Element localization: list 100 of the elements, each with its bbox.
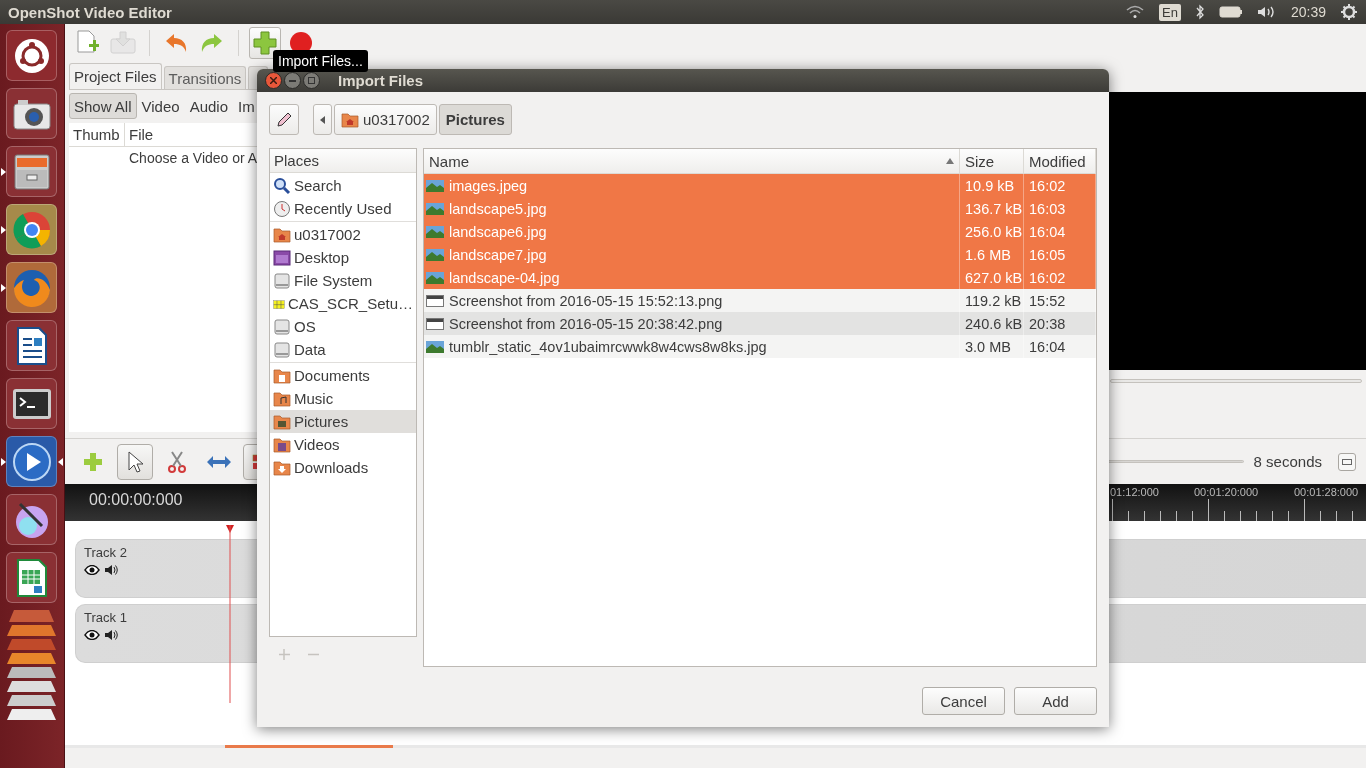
path-button[interactable]: Pictures: [438, 104, 512, 135]
pencil-icon: [276, 111, 292, 128]
volume-icon: [1256, 5, 1277, 19]
drive-icon: [273, 341, 291, 358]
minimize-icon: [289, 79, 296, 82]
pointer-icon: [125, 449, 145, 474]
filter-button[interactable]: Video: [136, 93, 185, 119]
launcher-button[interactable]: [6, 88, 57, 139]
ruler-label: 01:12:000: [1110, 485, 1160, 498]
left-arrow-icon: [320, 115, 325, 124]
maximize-icon: [308, 77, 315, 84]
launcher-button[interactable]: [6, 204, 57, 255]
window-title: OpenShot Video Editor: [8, 3, 173, 21]
image-thumbnail-icon: [426, 340, 444, 353]
file-modified: 16:03: [1029, 200, 1066, 217]
back-button[interactable]: [313, 104, 332, 135]
file-row[interactable]: Screenshot from 2016-05-15 15:52:13.png 119.2 kB 15:52: [424, 289, 1096, 312]
pictures-folder-icon: [273, 413, 291, 430]
terminal-icon: [11, 386, 52, 421]
file-name: landscape6.jpg: [449, 223, 547, 240]
minus-icon: [1342, 458, 1352, 465]
file-modified: 16:04: [1029, 223, 1066, 240]
edit-location-button[interactable]: [269, 104, 299, 135]
toolbar-button[interactable]: [249, 27, 281, 59]
save-icon: [110, 31, 136, 55]
screenshot-thumbnail-icon: [426, 294, 444, 307]
new-file-icon: [75, 30, 99, 56]
path-button[interactable]: u0317002: [334, 104, 437, 135]
column-header[interactable]: Modified: [1024, 149, 1096, 173]
place-item[interactable]: Videos: [270, 433, 416, 456]
ruler-label: 00:01:20:000: [1194, 485, 1260, 498]
filter-button[interactable]: Audio: [184, 93, 233, 119]
minimize-button[interactable]: [284, 72, 301, 89]
launcher-button[interactable]: [6, 494, 57, 545]
launcher-button[interactable]: [6, 552, 57, 603]
settings-icon: [1340, 3, 1358, 21]
table-cell-text: Choose a Video or A: [128, 149, 259, 168]
launcher-button[interactable]: [6, 378, 57, 429]
place-item[interactable]: OS: [270, 315, 416, 338]
scrollbar-thumb[interactable]: [225, 745, 393, 748]
sort-arrow-icon: [946, 158, 954, 164]
place-item[interactable]: u0317002: [270, 223, 416, 246]
clock[interactable]: 20:39: [1290, 4, 1326, 20]
place-item[interactable]: Downloads: [270, 456, 416, 479]
place-item[interactable]: Pictures: [270, 410, 416, 433]
file-size: 3.0 MB: [965, 338, 1011, 355]
timeline-tool-button[interactable]: [117, 443, 153, 480]
place-item[interactable]: CAS_SCR_Setu…: [270, 292, 416, 315]
track-name: Track 2: [84, 545, 128, 560]
file-name: Screenshot from 2016-05-15 20:38:42.png: [449, 315, 723, 332]
file-size: 240.6 kB: [965, 315, 1023, 332]
dialog-button[interactable]: Add: [1014, 687, 1097, 715]
place-item[interactable]: Recently Used: [270, 197, 416, 220]
column-header[interactable]: Name: [424, 149, 960, 173]
resize-arrows-icon: [206, 454, 232, 469]
file-size: 136.7 kB: [965, 200, 1023, 217]
launcher-button[interactable]: [6, 146, 57, 197]
playhead[interactable]: [225, 525, 235, 703]
file-row[interactable]: tumblr_static_4ov1ubaimrcwwk8w4cws8w8ks.jpg 3.0 MB 16:04: [424, 335, 1096, 358]
file-modified: 16:02: [1029, 177, 1066, 194]
zoom-label: 8 seconds: [1253, 453, 1322, 470]
music-folder-icon: [273, 390, 291, 407]
filter-button[interactable]: Im: [233, 93, 260, 119]
file-name: tumblr_static_4ov1ubaimrcwwk8w4cws8w8ks.jpg: [449, 338, 767, 355]
close-icon: [270, 77, 277, 84]
filter-button[interactable]: Show All: [69, 93, 137, 119]
file-modified: 20:38: [1029, 315, 1066, 332]
bluetooth-icon: [1194, 4, 1205, 20]
launcher-button[interactable]: [6, 30, 57, 81]
speaker-icon: [104, 564, 118, 576]
launcher-button[interactable]: [6, 320, 57, 371]
column-header[interactable]: Size: [960, 149, 1024, 173]
image-thumbnail-icon: [426, 179, 444, 192]
place-item[interactable]: Desktop: [270, 246, 416, 269]
place-item[interactable]: File System: [270, 269, 416, 292]
dialog-button[interactable]: Cancel: [922, 687, 1005, 715]
track-name: Track 1: [84, 610, 128, 625]
tab[interactable]: Project Files: [69, 63, 162, 89]
zoom-out-button[interactable]: [1338, 452, 1356, 471]
plus-icon: [83, 451, 103, 472]
drawer-icon: [11, 152, 52, 191]
place-item[interactable]: Search: [270, 174, 416, 197]
file-row[interactable]: Screenshot from 2016-05-15 20:38:42.png 240.6 kB 20:38: [424, 312, 1096, 335]
tab[interactable]: Transitions: [163, 66, 247, 89]
keyboard-layout-indicator[interactable]: En: [1159, 3, 1181, 21]
undo-icon: [164, 33, 188, 53]
column-header[interactable]: Thumb: [69, 123, 125, 146]
documents-folder-icon: [273, 367, 291, 384]
place-item[interactable]: Documents: [270, 364, 416, 387]
maximize-button[interactable]: [303, 72, 320, 89]
file-name: images.jpeg: [449, 177, 528, 194]
launcher-button[interactable]: [6, 436, 57, 487]
file-size: 10.9 kB: [965, 177, 1015, 194]
file-modified: 16:05: [1029, 246, 1066, 263]
clock-icon: [273, 199, 291, 218]
place-item[interactable]: Music: [270, 387, 416, 410]
spreadsheet-icon: [14, 557, 49, 598]
close-button[interactable]: [265, 72, 282, 89]
place-item[interactable]: Data: [270, 338, 416, 361]
image-thumbnail-icon: [426, 202, 444, 215]
